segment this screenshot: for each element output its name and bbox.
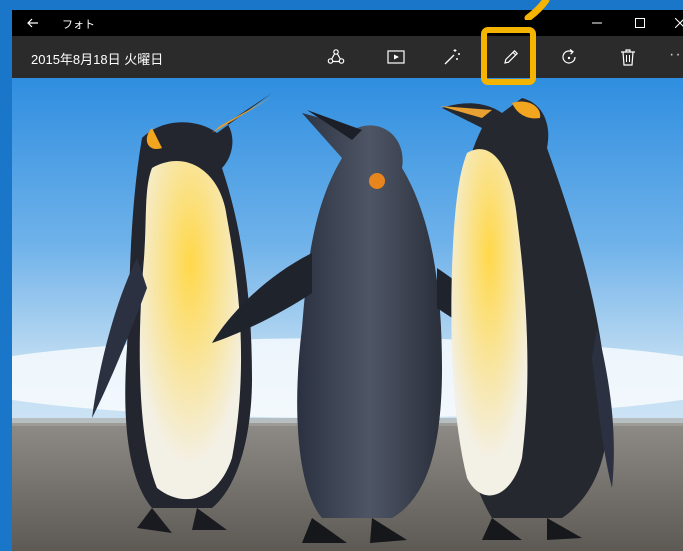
photo-date: 2015年8月18日 火曜日: [31, 52, 164, 67]
maximize-icon: [635, 18, 645, 28]
toolbar: 2015年8月18日 火曜日 ··: [12, 36, 683, 78]
edit-button[interactable]: [489, 36, 533, 78]
trash-icon: [621, 49, 635, 66]
penguin-photo: [12, 78, 683, 551]
maximize-button[interactable]: [622, 10, 658, 36]
minimize-icon: [592, 22, 602, 24]
close-button[interactable]: [662, 10, 683, 36]
back-button[interactable]: [22, 12, 44, 34]
title-bar: フォト: [12, 10, 683, 36]
share-button[interactable]: [314, 36, 358, 78]
photos-window: フォト 2015年8月18日 火曜日 ··: [12, 10, 683, 551]
share-icon: [327, 49, 345, 64]
more-button[interactable]: ···: [669, 46, 683, 64]
more-icon: ···: [669, 46, 683, 63]
magic-wand-icon: [444, 49, 460, 65]
window-title: フォト: [62, 19, 95, 31]
slideshow-button[interactable]: [374, 36, 418, 78]
rotate-icon: [562, 49, 576, 64]
slideshow-icon: [387, 50, 405, 64]
back-arrow-icon: [27, 18, 38, 28]
pencil-icon: [504, 49, 519, 64]
delete-button[interactable]: [606, 36, 650, 78]
close-icon: [675, 18, 683, 28]
minimize-button[interactable]: [579, 10, 615, 36]
enhance-button[interactable]: [430, 36, 474, 78]
rotate-button[interactable]: [547, 36, 591, 78]
